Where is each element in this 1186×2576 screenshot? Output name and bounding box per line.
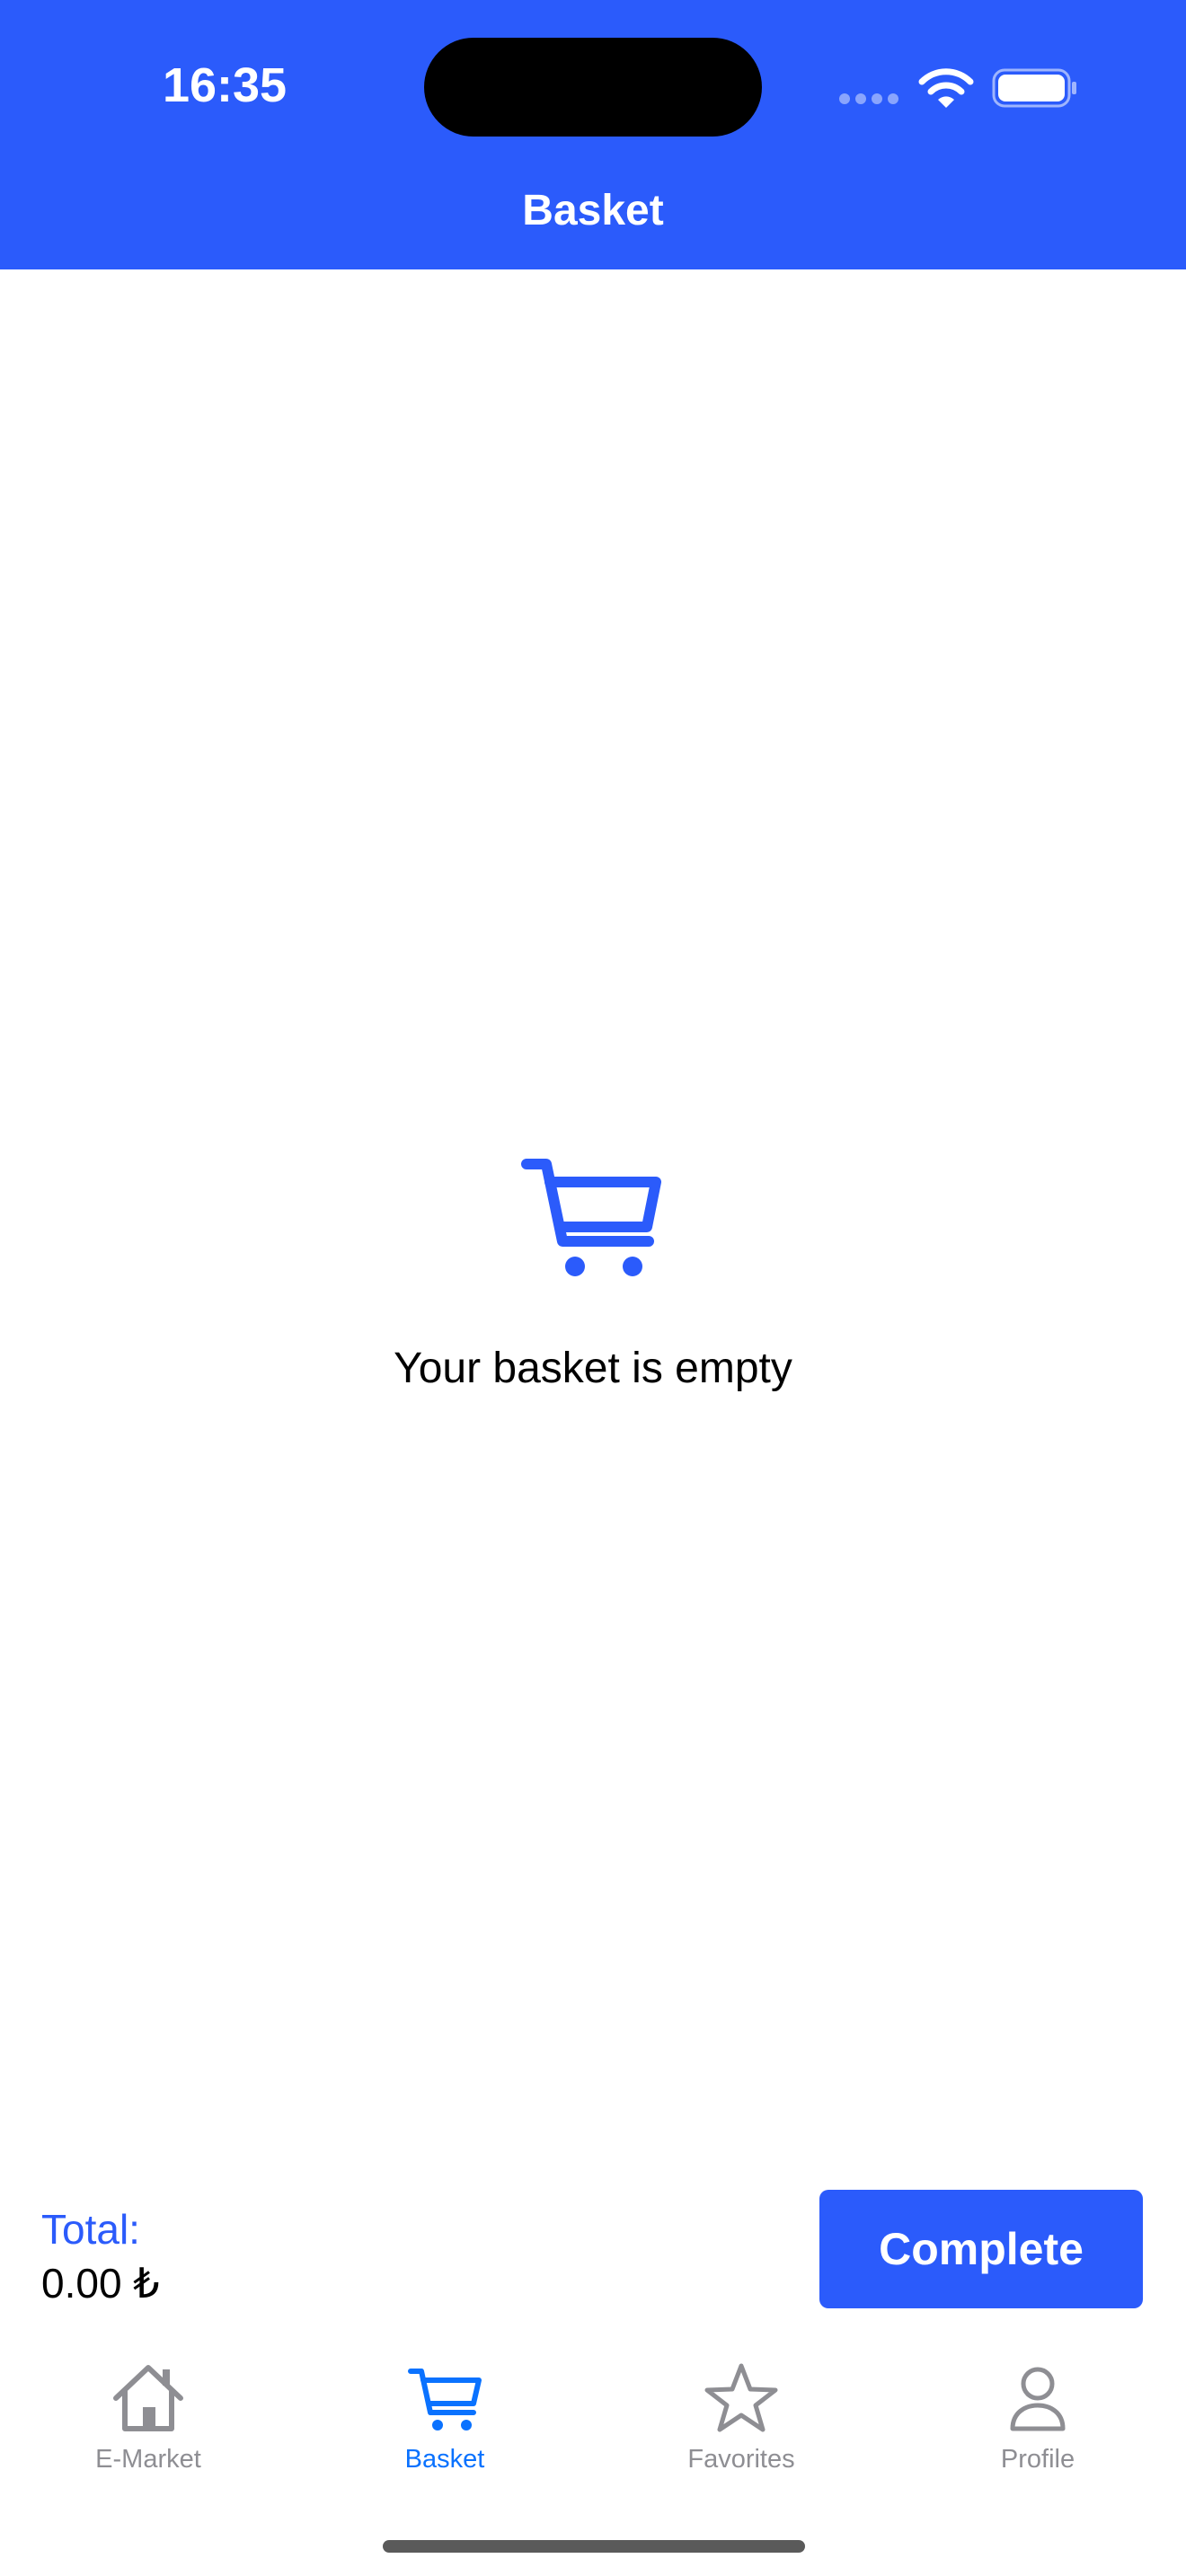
status-time: 16:35	[162, 58, 288, 112]
cart-icon	[408, 2369, 482, 2430]
tab-bar: E-Market Basket Favorites Profile	[0, 2344, 1186, 2479]
battery-icon	[992, 68, 1076, 108]
app-header: 16:35 Basket	[0, 0, 1186, 269]
total-label: Total:	[41, 2206, 140, 2253]
person-icon	[1010, 2367, 1066, 2431]
cart-icon	[521, 1159, 661, 1276]
empty-basket-message: Your basket is empty	[394, 1345, 792, 1392]
tab-basket[interactable]: Basket	[296, 2344, 593, 2479]
tab-label: Basket	[404, 2445, 485, 2474]
complete-button[interactable]: Complete	[819, 2190, 1143, 2308]
tab-e-market[interactable]: E-Market	[0, 2344, 296, 2479]
home-icon	[113, 2365, 183, 2431]
cellular-signal-icon	[839, 93, 902, 106]
wifi-icon	[918, 68, 974, 108]
dynamic-island	[424, 38, 762, 137]
tab-label: Profile	[1000, 2445, 1075, 2474]
star-icon	[704, 2363, 778, 2432]
total-value: 0.00 ₺	[41, 2260, 160, 2307]
home-indicator	[383, 2540, 805, 2553]
tab-profile[interactable]: Profile	[890, 2344, 1186, 2479]
tab-favorites[interactable]: Favorites	[593, 2344, 890, 2479]
tab-label: E-Market	[95, 2445, 201, 2474]
page-title: Basket	[522, 187, 664, 234]
tab-label: Favorites	[687, 2445, 795, 2474]
